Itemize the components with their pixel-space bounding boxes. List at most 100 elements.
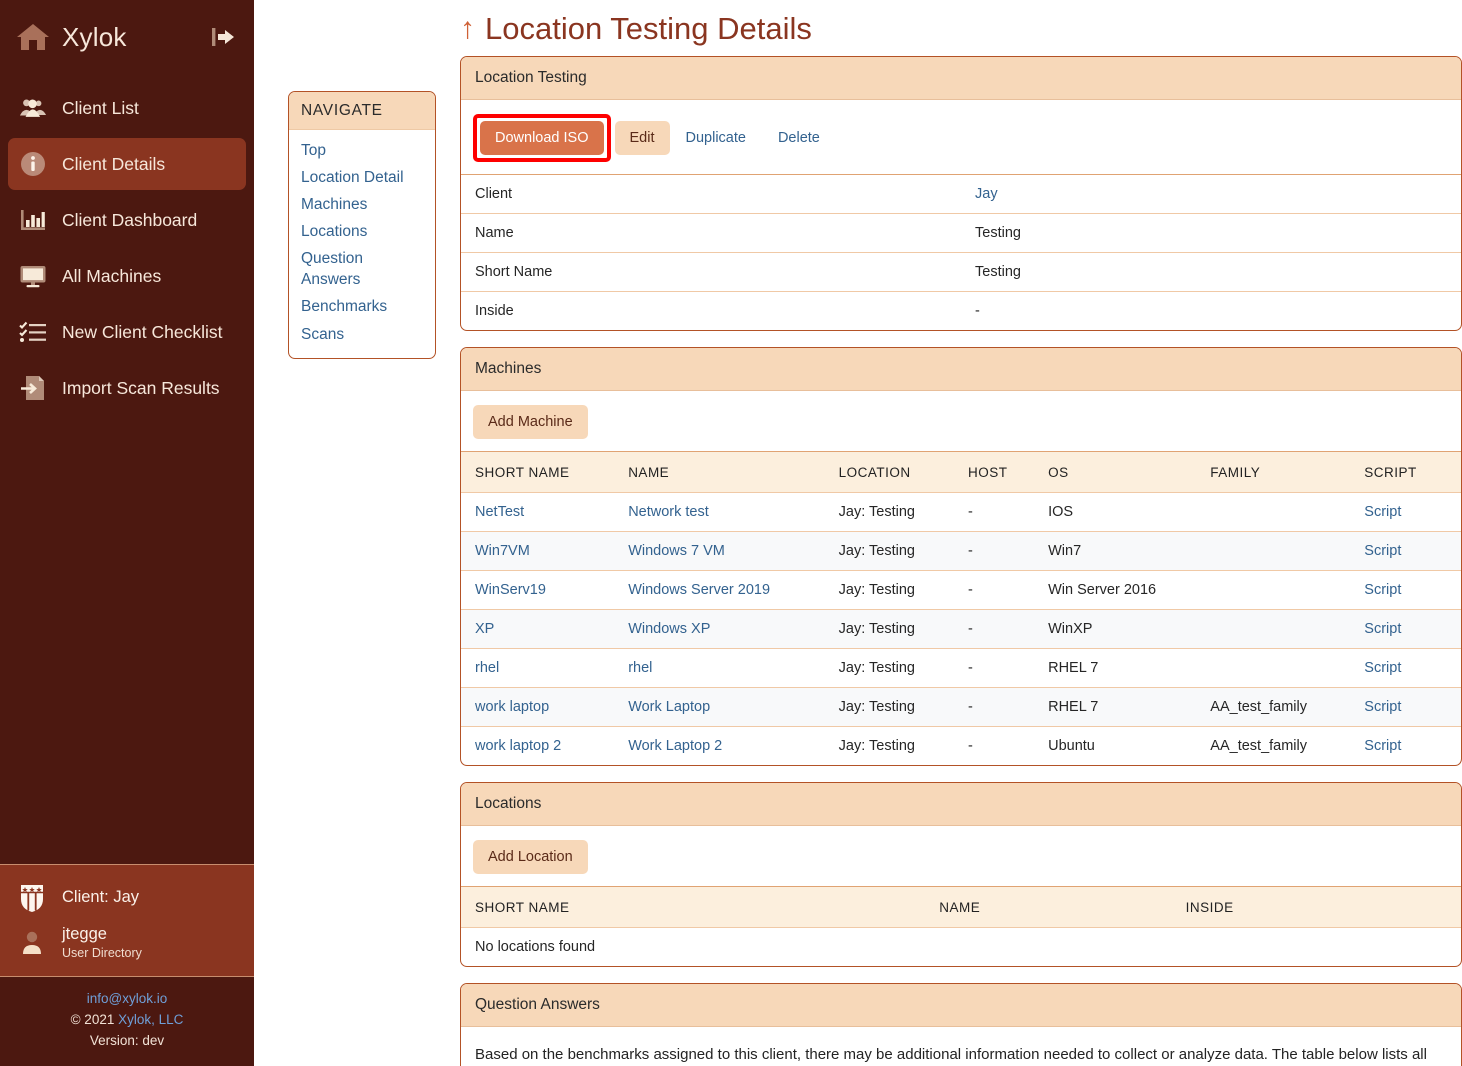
table-row: Inside - xyxy=(461,291,1461,331)
script-link[interactable]: Script xyxy=(1364,660,1401,676)
info-circle-icon xyxy=(18,149,48,179)
sidebar-item-client-dashboard[interactable]: Client Dashboard xyxy=(8,194,246,246)
machines-card: Machines Add Machine SHORT NAME NAME LOC… xyxy=(460,347,1462,767)
script-link[interactable]: Script xyxy=(1364,504,1401,520)
locations-empty-message: No locations found xyxy=(475,939,596,956)
monitor-icon xyxy=(18,261,48,291)
column-header-short-name[interactable]: SHORT NAME xyxy=(461,886,934,929)
sidebar-footer: info@xylok.io © 2021 Xylok, LLC Version:… xyxy=(0,976,254,1066)
download-iso-button[interactable]: Download ISO xyxy=(480,121,604,156)
app-root: Xylok Client List Client Details Client … xyxy=(0,0,1462,1066)
sidebar-item-all-machines[interactable]: All Machines xyxy=(8,250,246,302)
script-link[interactable]: Script xyxy=(1364,621,1401,637)
navigate-link-question-answers[interactable]: Question Answers xyxy=(301,245,423,293)
machines-action-bar: Add Machine xyxy=(461,391,1461,451)
cell-os: Win7 xyxy=(1042,531,1205,572)
machine-name-link[interactable]: rhel xyxy=(628,660,652,676)
users-icon xyxy=(18,93,48,123)
machine-short-name-link[interactable]: work laptop 2 xyxy=(475,738,561,754)
table-row: XP Windows XP Jay: Testing - WinXP Scrip… xyxy=(461,609,1461,650)
navigate-link-benchmarks[interactable]: Benchmarks xyxy=(301,293,423,320)
bar-chart-icon xyxy=(18,205,48,235)
edit-button[interactable]: Edit xyxy=(614,121,670,156)
script-link[interactable]: Script xyxy=(1364,582,1401,598)
script-link[interactable]: Script xyxy=(1364,699,1401,715)
column-header-script[interactable]: SCRIPT xyxy=(1358,451,1461,494)
machine-short-name-link[interactable]: rhel xyxy=(475,660,499,676)
duplicate-button[interactable]: Duplicate xyxy=(670,121,762,155)
add-machine-button[interactable]: Add Machine xyxy=(473,405,588,440)
client-link[interactable]: Jay xyxy=(975,186,998,202)
machine-name-link[interactable]: Windows Server 2019 xyxy=(628,582,770,598)
machine-short-name-link[interactable]: NetTest xyxy=(475,504,524,520)
navigate-link-locations[interactable]: Locations xyxy=(301,218,423,245)
script-link[interactable]: Script xyxy=(1364,543,1401,559)
column-header-os[interactable]: OS xyxy=(1042,451,1205,494)
table-row: rhel rhel Jay: Testing - RHEL 7 Script xyxy=(461,648,1461,689)
sidebar-user-name: jtegge xyxy=(62,924,107,943)
sidebar-current-client[interactable]: Client: Jay xyxy=(0,875,254,921)
checklist-icon xyxy=(18,317,48,347)
sidebar-user[interactable]: jtegge User Directory xyxy=(0,921,254,965)
column-header-name[interactable]: NAME xyxy=(622,451,833,494)
cell-os: Ubuntu xyxy=(1048,738,1095,755)
column-header-host[interactable]: HOST xyxy=(962,451,1043,494)
sidebar-item-new-client-checklist[interactable]: New Client Checklist xyxy=(8,306,246,358)
cell-short-name: Win7VM xyxy=(461,531,623,572)
cell-os: RHEL 7 xyxy=(1042,648,1205,689)
machine-short-name-link[interactable]: WinServ19 xyxy=(475,582,546,598)
sidebar-item-client-list[interactable]: Client List xyxy=(8,82,246,134)
navigate-link-scans[interactable]: Scans xyxy=(301,321,423,348)
cell-short-name: work laptop 2 xyxy=(461,727,622,766)
machine-short-name-link[interactable]: work laptop xyxy=(475,699,549,715)
script-link[interactable]: Script xyxy=(1364,738,1401,754)
machine-name-link[interactable]: Windows 7 VM xyxy=(628,543,725,559)
person-icon xyxy=(16,926,48,960)
collapse-left-icon[interactable] xyxy=(208,23,238,51)
up-arrow-icon[interactable]: ↑ xyxy=(460,14,475,44)
cell-os: WinXP xyxy=(1042,609,1205,650)
navigate-link-top[interactable]: Top xyxy=(301,137,423,164)
table-row: WinServ19 Windows Server 2019 Jay: Testi… xyxy=(461,570,1461,611)
navigate-link-location-detail[interactable]: Location Detail xyxy=(301,164,423,191)
cell-script: Script xyxy=(1358,609,1461,650)
sidebar-item-client-details[interactable]: Client Details xyxy=(8,138,246,190)
column-header-name[interactable]: NAME xyxy=(933,886,1180,929)
locations-table-body: No locations found xyxy=(461,928,1461,967)
brand-name: Xylok xyxy=(62,21,127,52)
cell-name: Network test xyxy=(622,492,833,533)
detail-value: Testing xyxy=(961,252,1461,292)
cell-family xyxy=(1204,570,1359,611)
cell-host: - xyxy=(962,570,1043,611)
detail-key: Client xyxy=(461,174,961,214)
column-header-inside[interactable]: INSIDE xyxy=(1179,886,1461,929)
column-header-short-name[interactable]: SHORT NAME xyxy=(461,451,623,494)
machine-name-link[interactable]: Work Laptop xyxy=(628,699,710,715)
column-header-location[interactable]: LOCATION xyxy=(832,451,963,494)
cell-short-name: work laptop xyxy=(461,687,623,728)
cell-short-name: WinServ19 xyxy=(461,570,623,611)
sidebar-item-label: New Client Checklist xyxy=(62,321,223,342)
cell-location: Jay: Testing xyxy=(832,492,963,533)
cell-family xyxy=(1204,609,1359,650)
cell-family xyxy=(1204,492,1359,533)
column-header-family[interactable]: FAMILY xyxy=(1204,451,1359,494)
add-location-button[interactable]: Add Location xyxy=(473,840,588,875)
footer-version: Version: dev xyxy=(89,1033,165,1049)
machine-name-link[interactable]: Network test xyxy=(628,504,709,520)
machine-name-link[interactable]: Windows XP xyxy=(628,621,710,637)
detail-value: Testing xyxy=(961,213,1461,253)
footer-email-link[interactable]: info@xylok.io xyxy=(87,991,168,1006)
machine-short-name-link[interactable]: Win7VM xyxy=(475,543,530,559)
footer-company-link[interactable]: Xylok, LLC xyxy=(118,1012,183,1027)
sidebar-item-label: Client Dashboard xyxy=(62,209,198,230)
machine-name-link[interactable]: Work Laptop 2 xyxy=(628,738,722,754)
locations-table: SHORT NAME NAME INSIDE No locations foun… xyxy=(461,886,1461,966)
navigate-link-machines[interactable]: Machines xyxy=(301,191,423,218)
delete-button[interactable]: Delete xyxy=(762,121,836,155)
machine-short-name-link[interactable]: XP xyxy=(475,621,494,637)
sidebar-item-import-scan-results[interactable]: Import Scan Results xyxy=(8,362,246,414)
machines-table-body: NetTest Network test Jay: Testing - IOS … xyxy=(461,492,1461,766)
cell-os: Win Server 2016 xyxy=(1042,570,1205,611)
